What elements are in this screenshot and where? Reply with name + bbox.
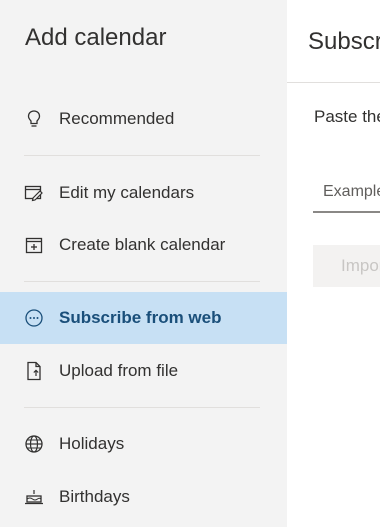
divider [24, 281, 260, 282]
divider [24, 407, 260, 408]
sidebar-item-label: Subscribe from web [59, 308, 222, 327]
upload-file-icon [24, 361, 44, 381]
calendar-url-input[interactable] [313, 173, 380, 213]
main-content: Subscribe from web Paste the Import [287, 0, 380, 527]
main-panel: Subscribe from web Paste the Import [287, 0, 380, 527]
sidebar-item-label: Recommended [59, 109, 175, 128]
sidebar-item-holidays[interactable]: Holidays [0, 418, 287, 470]
add-calendar-icon [24, 235, 44, 255]
main-header: Subscribe from web [287, 0, 380, 83]
sidebar-item-label: Edit my calendars [59, 183, 195, 202]
edit-calendar-icon [24, 183, 44, 203]
sidebar-item-label: Birthdays [59, 487, 130, 506]
sidebar-item-create-blank-calendar[interactable]: Create blank calendar [0, 219, 287, 271]
sidebar-item-label: Upload from file [59, 361, 179, 380]
sidebar-item-label: Holidays [59, 434, 125, 453]
subscribe-web-icon [24, 308, 44, 328]
sidebar-item-edit-my-calendars[interactable]: Edit my calendars [0, 167, 287, 219]
sidebar-title: Add calendar [25, 24, 167, 51]
sidebar-item-label: Create blank calendar [59, 235, 226, 254]
sidebar-item-birthdays[interactable]: Birthdays [0, 471, 287, 523]
url-instruction: Paste the [314, 107, 380, 126]
divider [24, 155, 260, 156]
sidebar-item-subscribe-from-web[interactable]: Subscribe from web [0, 292, 287, 344]
import-button[interactable]: Import [313, 245, 380, 287]
sidebar: Add calendar Recommended Edit my calenda… [0, 0, 287, 527]
globe-icon [24, 434, 44, 454]
sidebar-item-recommended[interactable]: Recommended [0, 93, 287, 145]
sidebar-item-upload-from-file[interactable]: Upload from file [0, 345, 287, 397]
page-title: Subscribe from web [308, 28, 380, 55]
lightbulb-icon [24, 109, 44, 129]
birthday-cake-icon [24, 487, 44, 507]
